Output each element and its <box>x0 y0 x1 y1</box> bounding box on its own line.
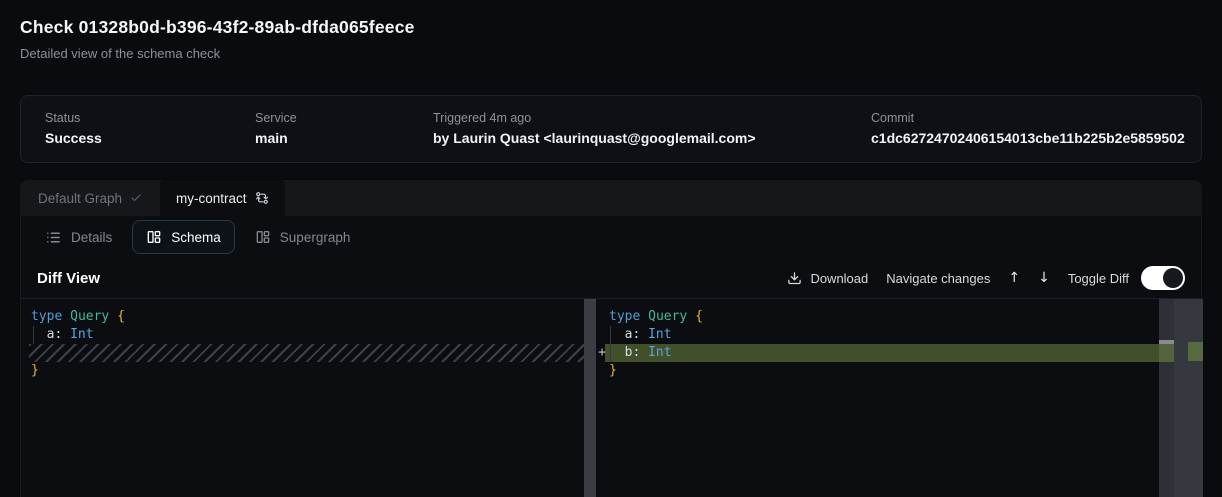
list-icon <box>45 229 62 246</box>
keyword-token: type <box>31 309 62 324</box>
added-line-marker: + <box>595 344 609 362</box>
tab-details-label: Details <box>71 230 112 245</box>
added-change-mark <box>1188 342 1203 361</box>
diff-overview-ruler[interactable] <box>1174 299 1203 497</box>
check-detail-card: Details Schema Supergraph Diff View <box>20 216 1202 497</box>
keyword-token: type <box>609 309 640 324</box>
check-meta-card: Status Success Service main Triggered 4m… <box>20 95 1202 163</box>
commit-label: Commit <box>871 111 1185 125</box>
page-subtitle: Detailed view of the schema check <box>20 46 415 61</box>
field-token: b: <box>625 345 641 360</box>
type-name-token: Query <box>70 309 109 324</box>
git-compare-icon <box>255 191 269 205</box>
next-change-button[interactable]: ↓ <box>1038 270 1050 286</box>
service-label: Service <box>255 111 297 125</box>
code-line: type Query { <box>31 308 125 326</box>
tab-my-contract[interactable]: my-contract <box>160 180 285 216</box>
open-brace-token: { <box>117 309 125 324</box>
arrow-up-icon: ↑ <box>1008 270 1020 286</box>
panels-icon <box>255 229 271 245</box>
meta-triggered: Triggered 4m ago by Laurin Quast <laurin… <box>433 111 756 146</box>
navigate-changes-button[interactable]: Navigate changes <box>886 271 990 286</box>
close-brace-token: } <box>609 363 617 378</box>
code-line: } <box>609 362 703 380</box>
panels-icon <box>146 229 162 245</box>
field-token: a: <box>47 327 63 342</box>
scalar-token: Int <box>70 327 93 342</box>
scalar-token: Int <box>648 345 671 360</box>
download-label: Download <box>810 271 868 286</box>
graph-tabs-bar: Default Graph my-contract <box>20 180 1202 216</box>
left-pane-scrollbar[interactable] <box>584 299 596 497</box>
page-title: Check 01328b0d-b396-43f2-89ab-dfda065fee… <box>20 17 415 38</box>
code-line-added: b: Int <box>609 344 703 362</box>
diff-left-pane: type Query { a: Int } <box>31 308 125 380</box>
tab-default-graph-label: Default Graph <box>38 191 122 206</box>
added-change-mark <box>1159 344 1174 362</box>
code-line-removed-gap <box>31 344 125 362</box>
right-pane-scrollbar[interactable] <box>1159 299 1174 497</box>
code-line: } <box>31 362 125 380</box>
toggle-diff-label: Toggle Diff <box>1068 271 1129 286</box>
tab-schema[interactable]: Schema <box>132 220 235 254</box>
meta-status: Status Success <box>45 111 102 146</box>
download-icon <box>787 271 802 286</box>
type-name-token: Query <box>648 309 687 324</box>
toggle-diff-knob <box>1163 268 1183 288</box>
diff-view-title: Diff View <box>37 270 100 287</box>
arrow-down-icon: ↓ <box>1038 270 1050 286</box>
view-tabs-bar: Details Schema Supergraph <box>21 216 1201 258</box>
code-line: a: Int <box>31 326 125 344</box>
check-icon <box>130 192 142 204</box>
schema-diff-editor: + type Query { a: Int } type Query { a: Int b:… <box>21 299 1201 497</box>
tab-my-contract-label: my-contract <box>176 191 247 206</box>
code-line: a: Int <box>609 326 703 344</box>
scalar-token: Int <box>648 327 671 342</box>
meta-service: Service main <box>255 111 297 146</box>
field-token: a: <box>625 327 641 342</box>
code-line: type Query { <box>609 308 703 326</box>
tab-schema-label: Schema <box>171 230 221 245</box>
tab-default-graph[interactable]: Default Graph <box>20 180 160 216</box>
diff-header: Diff View Download Navigate changes ↑ ↓ … <box>21 258 1201 299</box>
meta-commit: Commit c1dc62724702406154013cbe11b225b2e… <box>871 111 1185 146</box>
status-label: Status <box>45 111 102 125</box>
triggered-value: by Laurin Quast <laurinquast@googlemail.… <box>433 130 756 146</box>
tab-details[interactable]: Details <box>31 220 126 255</box>
triggered-label: Triggered 4m ago <box>433 111 756 125</box>
page-header: Check 01328b0d-b396-43f2-89ab-dfda065fee… <box>20 17 415 61</box>
close-brace-token: } <box>31 363 39 378</box>
open-brace-token: { <box>695 309 703 324</box>
tab-supergraph[interactable]: Supergraph <box>241 220 365 254</box>
status-value: Success <box>45 130 102 146</box>
commit-value: c1dc62724702406154013cbe11b225b2e5859502 <box>871 130 1185 146</box>
tab-supergraph-label: Supergraph <box>280 230 351 245</box>
navigate-changes-label: Navigate changes <box>886 271 990 286</box>
download-button[interactable]: Download <box>787 271 868 286</box>
previous-change-button[interactable]: ↑ <box>1008 270 1020 286</box>
service-value: main <box>255 130 297 146</box>
diff-controls: Download Navigate changes ↑ ↓ Toggle Dif… <box>787 266 1185 290</box>
diff-right-pane: type Query { a: Int b: Int } <box>609 308 703 380</box>
toggle-diff-switch[interactable] <box>1141 266 1185 290</box>
